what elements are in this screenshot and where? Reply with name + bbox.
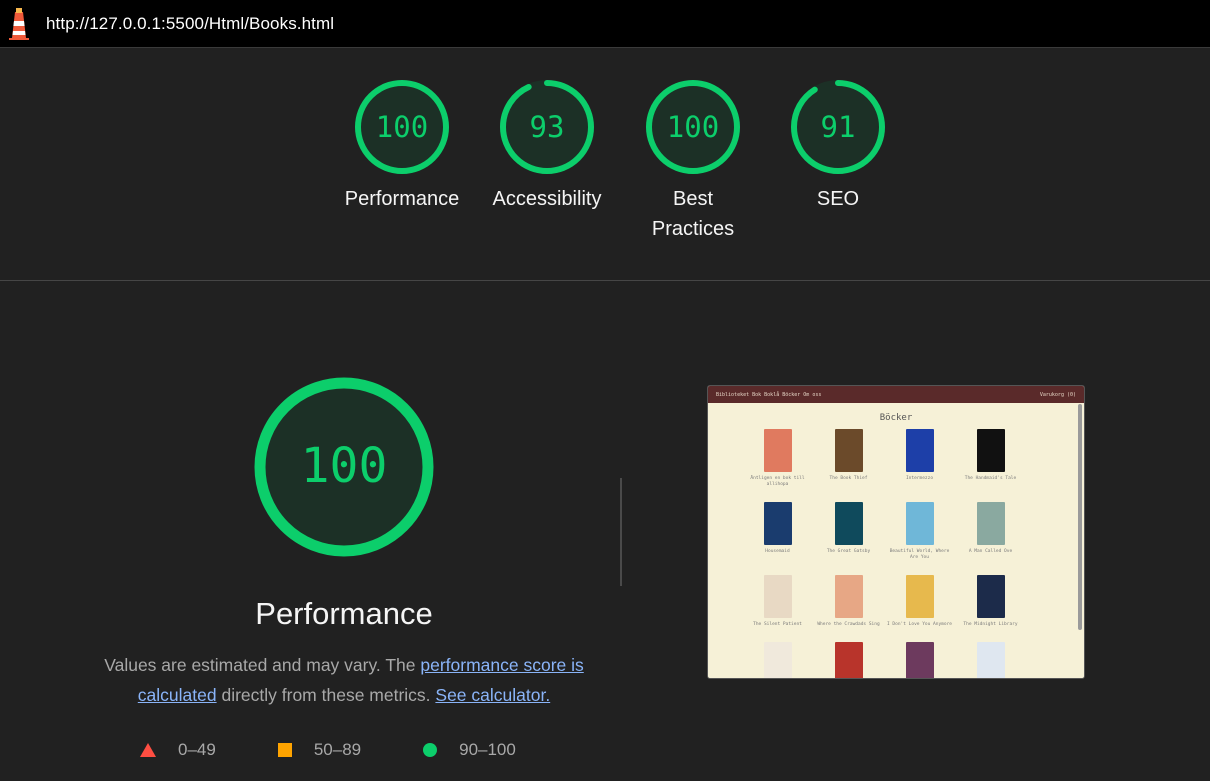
- book-card[interactable]: Intermezzo: [884, 429, 955, 488]
- gauge-ring: 91: [791, 80, 885, 174]
- book-card[interactable]: The Silent Patient: [742, 575, 813, 628]
- desc-text: Values are estimated and may vary. The: [104, 655, 421, 675]
- book-title: Housemaid: [765, 549, 790, 554]
- screenshot-scrollbar: [1078, 404, 1082, 630]
- page-url[interactable]: http://127.0.0.1:5500/Html/Books.html: [46, 14, 334, 34]
- book-cover: [976, 642, 1005, 678]
- book-grid: Äntligen en bok till allihopa The Book Th…: [742, 429, 1062, 678]
- desc-text: directly from these metrics.: [216, 685, 436, 705]
- gauge-best-practices[interactable]: 100 Best Practices: [620, 78, 766, 244]
- book-card[interactable]: A Man Called Ove: [955, 502, 1026, 561]
- book-title: Intermezzo: [905, 476, 934, 481]
- book-title: The Silent Patient: [753, 622, 802, 627]
- book-title: Where the Crawdads Sing: [817, 622, 880, 627]
- circle-icon: [423, 743, 438, 757]
- book-cover: [834, 502, 863, 545]
- book-card[interactable]: It Ends With Us: [813, 642, 884, 678]
- book-card[interactable]: Housemaid: [742, 502, 813, 561]
- top-bar: http://127.0.0.1:5500/Html/Books.html: [0, 0, 1210, 48]
- square-icon: [277, 743, 292, 757]
- book-card[interactable]: The Midnight Library: [955, 575, 1026, 628]
- performance-title: Performance: [255, 596, 433, 631]
- book-cover: [763, 575, 792, 618]
- screenshot-navbar: Biblioteket Bok Boklå Böcker Om oss Varu…: [708, 386, 1084, 403]
- book-title: I Don't Love You Anymore: [886, 622, 953, 627]
- book-cover: [834, 575, 863, 618]
- gauge-performance[interactable]: 100 Performance: [329, 78, 475, 214]
- book-cover: [976, 429, 1005, 472]
- book-title: The Handmaid's Tale: [964, 476, 1017, 481]
- gauge-ring: 100: [646, 80, 740, 174]
- book-card[interactable]: Äntligen en bok till allihopa: [742, 429, 813, 488]
- book-card[interactable]: The Handmaid's Tale: [955, 429, 1026, 488]
- book-card[interactable]: Educated: [742, 642, 813, 678]
- book-title: The Midnight Library: [963, 622, 1018, 627]
- book-card[interactable]: Big Little Lies: [955, 642, 1026, 678]
- book-cover: [834, 642, 863, 678]
- see-calculator-link[interactable]: See calculator.: [435, 685, 550, 705]
- book-title: Äntligen en bok till allihopa: [750, 476, 805, 487]
- book-cover: [763, 642, 792, 678]
- section-divider: [620, 478, 622, 586]
- book-cover: [905, 575, 934, 618]
- book-title: A Man Called Ove: [968, 549, 1013, 554]
- legend-fail-label: 0–49: [178, 740, 216, 759]
- gauge-label: Performance: [344, 188, 460, 210]
- book-card[interactable]: Beautiful World, Where Are You: [884, 502, 955, 561]
- legend-pass-label: 90–100: [459, 740, 516, 759]
- score-summary: 100 Performance 93 Accessibility 100 Bes…: [0, 49, 1210, 281]
- book-title: The Great Gatsby: [826, 549, 871, 554]
- book-title: The Book Thief: [829, 476, 868, 481]
- book-cover: [976, 502, 1005, 545]
- lighthouse-icon: [9, 7, 29, 40]
- book-cover: [834, 429, 863, 472]
- book-cover: [763, 429, 792, 472]
- legend-fail: 0–49: [140, 740, 216, 760]
- book-card[interactable]: I Don't Love You Anymore: [884, 575, 955, 628]
- performance-big-score: 100: [301, 438, 388, 494]
- book-card[interactable]: The Book Thief: [813, 429, 884, 488]
- gauge-accessibility[interactable]: 93 Accessibility: [474, 78, 620, 214]
- book-cover: [905, 429, 934, 472]
- legend-pass: 90–100: [423, 740, 516, 760]
- screenshot-nav-right: Varukorg (0): [1039, 391, 1076, 398]
- book-card[interactable]: Where the Crawdads Sing: [813, 575, 884, 628]
- gauge-label: Best Practices: [651, 188, 735, 240]
- gauge-ring: 100: [355, 80, 449, 174]
- performance-big-gauge: 100: [254, 377, 434, 557]
- gauge-score: 100: [667, 110, 719, 144]
- book-cover: [905, 642, 934, 678]
- performance-description: Values are estimated and may vary. The p…: [100, 650, 588, 710]
- gauge-seo[interactable]: 91 SEO: [765, 78, 911, 214]
- book-cover: [976, 575, 1005, 618]
- gauge-score: 100: [376, 110, 428, 144]
- book-card[interactable]: Lessons in Chemistry: [884, 642, 955, 678]
- book-cover: [763, 502, 792, 545]
- gauge-score: 93: [530, 110, 565, 144]
- screenshot-nav-left: Biblioteket Bok Boklå Böcker Om oss: [716, 391, 822, 398]
- triangle-icon: [140, 743, 156, 757]
- final-screenshot[interactable]: Biblioteket Bok Boklå Böcker Om oss Varu…: [707, 385, 1085, 679]
- screenshot-page-title: Böcker: [879, 413, 913, 423]
- gauge-ring: 93: [500, 80, 594, 174]
- score-legend: 0–49 50–89 90–100: [140, 737, 578, 763]
- legend-average: 50–89: [277, 740, 362, 760]
- gauge-label: SEO: [816, 188, 860, 210]
- book-card[interactable]: The Great Gatsby: [813, 502, 884, 561]
- book-cover: [905, 502, 934, 545]
- book-title: Beautiful World, Where Are You: [889, 549, 950, 560]
- gauge-label: Accessibility: [492, 188, 602, 210]
- legend-average-label: 50–89: [313, 740, 362, 759]
- gauge-score: 91: [821, 110, 856, 144]
